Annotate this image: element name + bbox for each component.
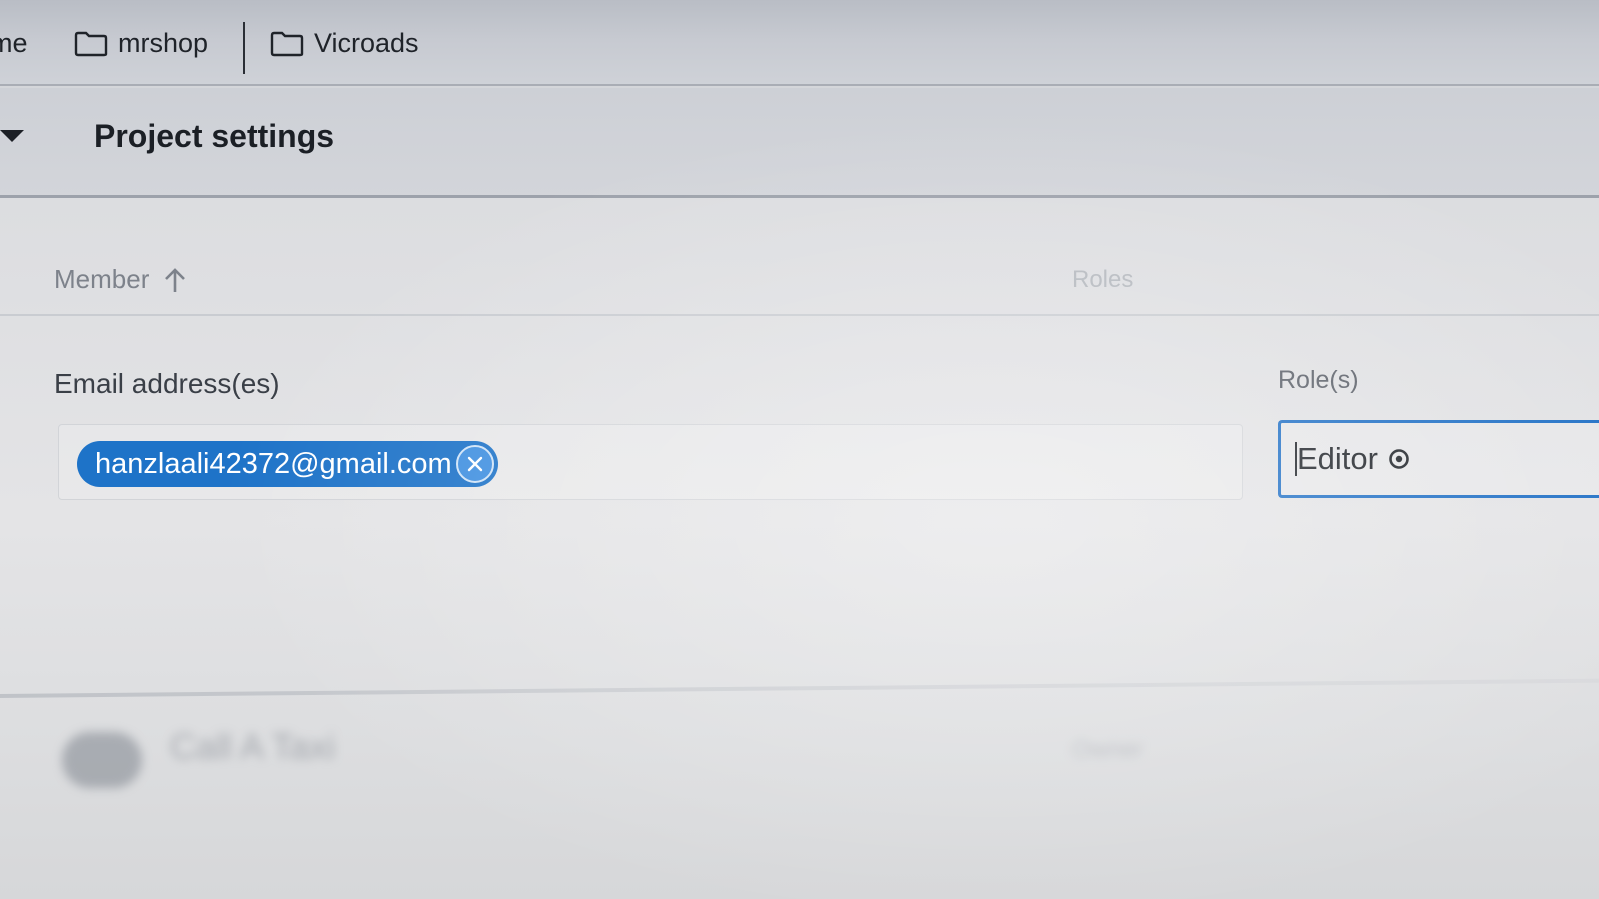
- breadcrumb-separator: [243, 22, 245, 74]
- role-info-icon[interactable]: [1388, 448, 1410, 470]
- breadcrumb-item-home[interactable]: me: [0, 28, 28, 59]
- column-member-label: Member: [54, 264, 150, 294]
- breadcrumb-label: me: [0, 28, 28, 58]
- folder-icon: [270, 31, 304, 57]
- row-divider: [0, 678, 1599, 698]
- role-select[interactable]: Editor: [1278, 420, 1599, 498]
- collapse-arrow-icon[interactable]: [0, 130, 24, 142]
- folder-icon: [74, 31, 108, 57]
- column-header-member[interactable]: Member: [54, 264, 187, 295]
- breadcrumb-label: Vicroads: [314, 28, 419, 58]
- member-name: Call A Taxi: [170, 726, 336, 767]
- breadcrumb: me mrshop Vicroads: [0, 0, 1599, 86]
- breadcrumb-item-mrshop[interactable]: mrshop: [74, 28, 208, 59]
- email-chip: hanzlaali42372@gmail.com: [77, 441, 498, 487]
- page-title: Project settings: [94, 118, 335, 154]
- member-role[interactable]: Owner: [1072, 736, 1143, 764]
- table-row[interactable]: Call A Taxi Owner: [0, 712, 1599, 899]
- email-input[interactable]: hanzlaali42372@gmail.com: [58, 424, 1243, 500]
- avatar: [62, 732, 142, 788]
- role-field-label: Role(s): [1278, 366, 1359, 394]
- section-header: Project settings: [0, 88, 1599, 198]
- members-table-header: Member Roles: [0, 240, 1599, 316]
- sort-ascending-icon: [163, 266, 187, 294]
- chip-remove-icon[interactable]: [455, 445, 494, 483]
- email-chip-label: hanzlaali42372@gmail.com: [95, 448, 452, 480]
- email-field-label: Email address(es): [54, 368, 280, 399]
- breadcrumb-label: mrshop: [118, 28, 209, 58]
- role-select-value: Editor: [1297, 441, 1378, 476]
- breadcrumb-item-vicroads[interactable]: Vicroads: [270, 28, 419, 59]
- column-header-roles[interactable]: Roles: [1072, 266, 1133, 294]
